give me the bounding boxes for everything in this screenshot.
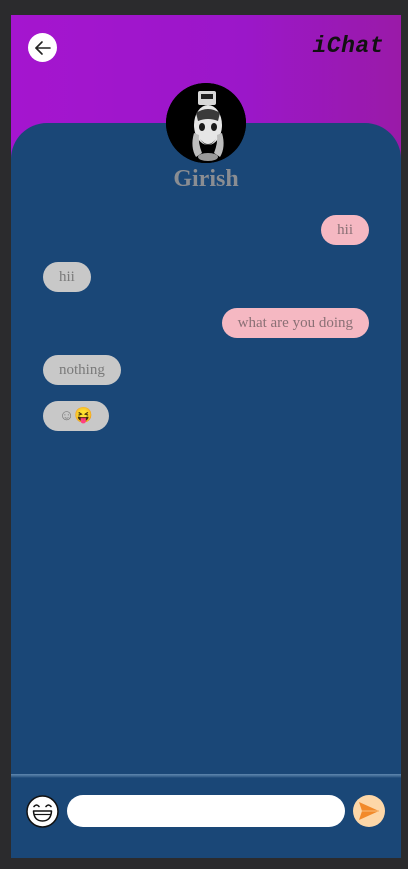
received-message-bubble[interactable]: hii	[43, 261, 91, 292]
message-row: hii	[11, 261, 401, 292]
sent-message-bubble[interactable]: hii	[321, 215, 369, 245]
message-row: hii	[11, 215, 401, 245]
sent-message-bubble[interactable]: what are you doing	[221, 308, 369, 338]
back-button[interactable]	[28, 33, 57, 62]
message-list: hii hii what are you doing nothing ☺😝	[11, 215, 401, 448]
avatar-photo	[166, 83, 246, 163]
app-brand: iChat	[312, 33, 384, 59]
send-icon	[359, 802, 379, 820]
message-input[interactable]	[67, 795, 345, 827]
contact-avatar[interactable]	[166, 83, 246, 163]
chat-screen: iChat Girish hii hii what are you doing	[11, 15, 401, 858]
contact-name: Girish	[173, 166, 239, 192]
received-message-bubble[interactable]: ☺😝	[43, 401, 109, 431]
message-row: nothing	[11, 354, 401, 385]
received-message-bubble[interactable]: nothing	[43, 354, 121, 385]
message-composer	[11, 778, 401, 858]
message-row: what are you doing	[11, 308, 401, 338]
smiley-icon	[26, 795, 59, 828]
message-row: ☺😝	[11, 401, 401, 431]
arrow-left-icon	[34, 40, 51, 55]
send-button[interactable]	[353, 795, 385, 827]
emoji-button[interactable]	[26, 795, 59, 828]
